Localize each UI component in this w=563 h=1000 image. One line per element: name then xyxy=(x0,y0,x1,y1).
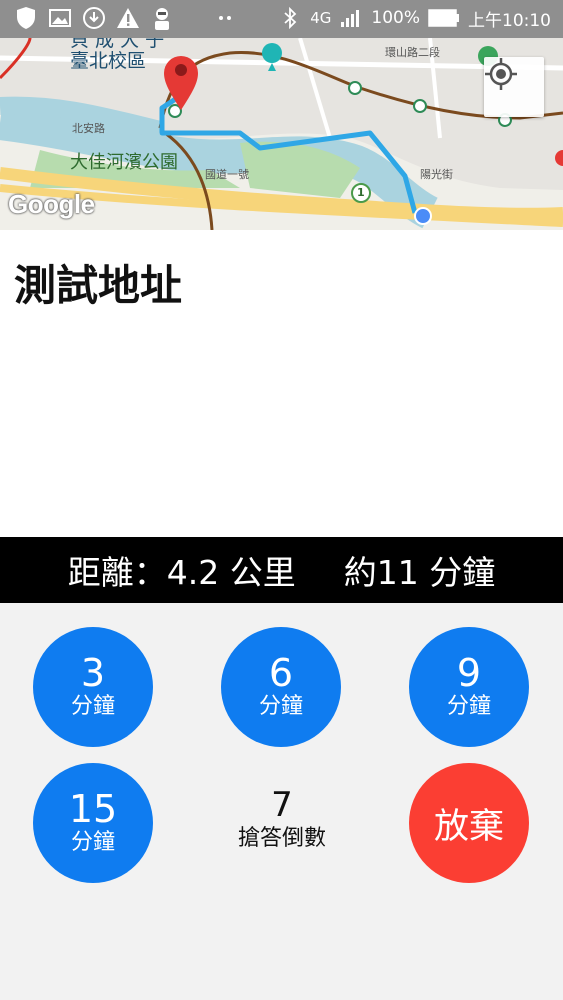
crosshair-icon xyxy=(485,58,517,90)
button-unit: 分鐘 xyxy=(70,830,115,855)
battery-icon xyxy=(428,5,460,31)
warning-icon xyxy=(116,5,140,31)
map-label-school: 臺北校區 xyxy=(70,50,147,72)
map-label-beian-road: 北安路 xyxy=(72,122,105,135)
button-minutes: 15 xyxy=(68,787,118,831)
bluetooth-icon xyxy=(278,5,302,31)
my-location-button[interactable] xyxy=(484,57,544,117)
accept-15-min-button[interactable]: 15 分鐘 xyxy=(33,763,153,883)
download-icon xyxy=(82,5,106,31)
image-icon xyxy=(48,5,72,31)
button-minutes: 6 xyxy=(268,651,294,695)
shield-icon xyxy=(14,5,38,31)
map-marker-number: 1 xyxy=(357,186,365,199)
button-minutes: 3 xyxy=(80,651,106,695)
network-type-label: 4G xyxy=(310,9,332,27)
clock: 上午10:10 xyxy=(468,10,551,31)
accept-6-min-button[interactable]: 6 分鐘 xyxy=(221,627,341,747)
google-attribution: Google xyxy=(8,189,95,219)
accept-3-min-button[interactable]: 3 分鐘 xyxy=(33,627,153,747)
response-controls: 3 分鐘 6 分鐘 9 分鐘 15 分鐘 7 搶答倒數 放棄 xyxy=(0,603,563,1000)
countdown-label: 搶答倒數 xyxy=(237,826,326,851)
map-label-yangguang-street: 陽光街 xyxy=(420,168,453,181)
button-unit: 分鐘 xyxy=(258,694,303,719)
button-unit: 分鐘 xyxy=(446,694,491,719)
map-label-huanshan-road: 環山路二段 xyxy=(385,46,440,59)
eta-text: 約11 分鐘 xyxy=(343,553,496,592)
map-label-guodao: 國道一號 xyxy=(205,168,249,181)
status-bar: 4G 100% 上午10:10 xyxy=(0,0,563,38)
map-view[interactable]: 貝 成 大 子 臺北校區 大佳河濱公園 北安路 國道一號 環山路二段 陽光街 1… xyxy=(0,38,563,230)
answer-countdown: 7 搶答倒數 xyxy=(222,786,342,854)
map-label-park: 大佳河濱公園 xyxy=(70,152,178,173)
status-left-icons xyxy=(14,5,238,31)
avatar-icon xyxy=(150,5,174,31)
destination-info-panel: 測試地址 xyxy=(0,230,563,537)
signal-icon xyxy=(339,5,363,31)
distance-text: 距離：4.2 公里 xyxy=(67,553,296,592)
destination-address: 測試地址 xyxy=(14,261,183,310)
give-up-label: 放棄 xyxy=(433,806,504,847)
more-dots-icon xyxy=(214,5,238,31)
button-unit: 分鐘 xyxy=(70,694,115,719)
accept-9-min-button[interactable]: 9 分鐘 xyxy=(409,627,529,747)
battery-percent: 100% xyxy=(371,8,420,28)
status-right-icons: 4G 100% 上午10:10 xyxy=(278,5,551,31)
button-minutes: 9 xyxy=(456,651,482,695)
give-up-button[interactable]: 放棄 xyxy=(409,763,529,883)
trip-summary-bar: 距離：4.2 公里 約11 分鐘 xyxy=(0,537,563,603)
countdown-value: 7 xyxy=(271,785,293,825)
